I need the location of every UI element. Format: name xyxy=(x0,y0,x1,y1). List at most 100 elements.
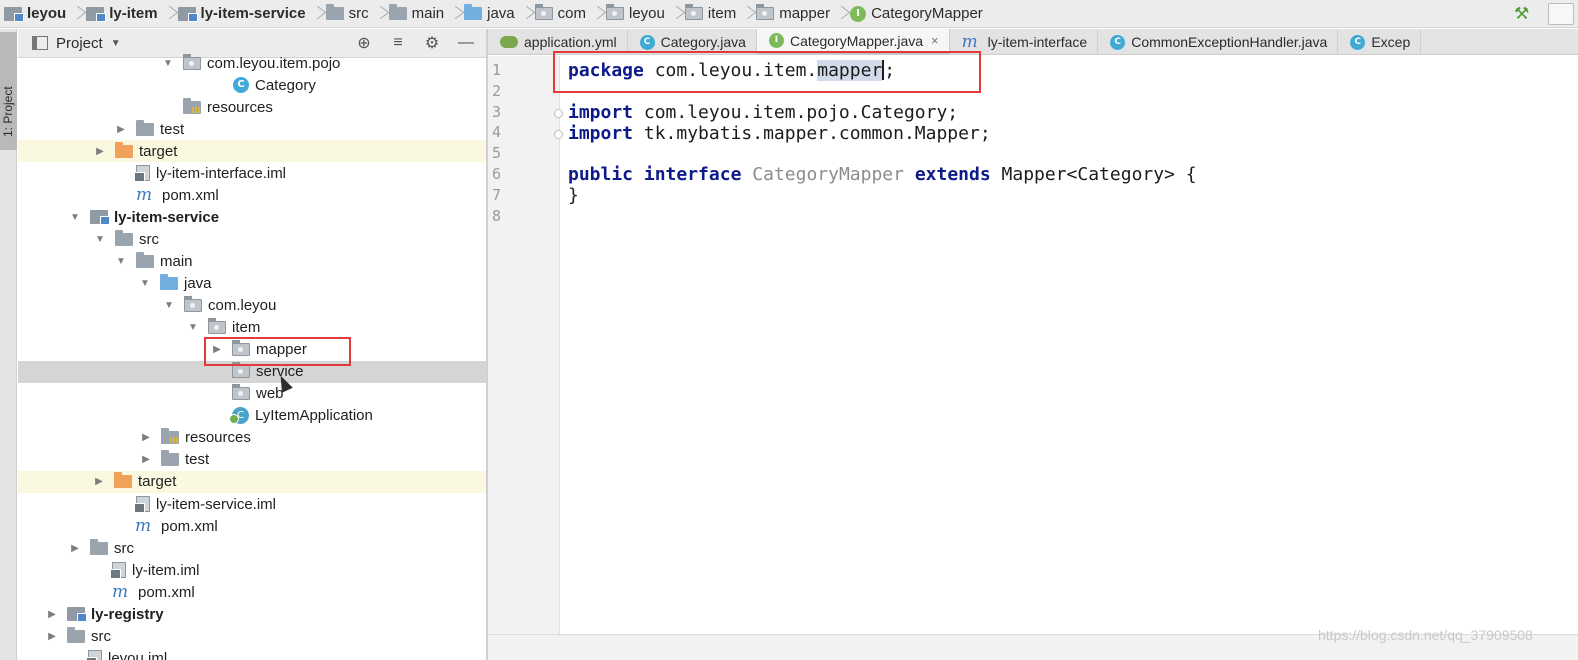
breadcrumb-item[interactable]: src xyxy=(325,0,389,28)
breadcrumb-label: ly-item xyxy=(109,5,158,22)
tree-item[interactable]: ▶mpom.xml xyxy=(18,184,486,206)
breadcrumb-label: CategoryMapper xyxy=(871,5,983,22)
breadcrumb-item[interactable]: java xyxy=(464,0,535,28)
tree-item[interactable]: ▶ ly-registry xyxy=(18,603,486,625)
chevron-down-icon[interactable]: ▼ xyxy=(70,212,80,223)
breadcrumb-item[interactable]: item xyxy=(684,0,756,28)
chevron-down-icon[interactable]: ▼ xyxy=(95,234,105,245)
chevron-right-icon[interactable]: ▶ xyxy=(116,124,126,135)
tree-item[interactable]: ▼ src xyxy=(18,228,486,250)
editor-tab-label: Category.java xyxy=(660,34,746,50)
source-folder-icon xyxy=(160,274,178,290)
tree-item[interactable]: ▶ test xyxy=(18,449,486,471)
tree-item[interactable]: ▼ ly-item-service xyxy=(18,206,486,228)
close-icon[interactable]: × xyxy=(931,33,939,48)
chevron-right-icon[interactable]: ▶ xyxy=(95,146,105,157)
chevron-down-icon[interactable]: ▼ xyxy=(163,58,173,69)
line-number: 8 xyxy=(492,206,502,225)
maven-icon: m xyxy=(961,32,978,52)
chevron-right-icon[interactable]: ▶ xyxy=(141,432,151,443)
package-icon xyxy=(232,384,250,401)
tree-item[interactable]: ▼ main xyxy=(18,250,486,272)
collapse-all-icon[interactable]: ≡ xyxy=(388,34,408,52)
chevron-right-icon[interactable]: ▶ xyxy=(70,543,80,554)
tree-item-label: src xyxy=(91,627,111,645)
tree-item[interactable]: ▶ test xyxy=(18,118,486,140)
tree-item[interactable]: ▶resources xyxy=(18,96,486,118)
editor-tab[interactable]: C Excep xyxy=(1338,29,1422,54)
code-line-6[interactable]: public interface CategoryMapper extends … xyxy=(568,164,1197,185)
breadcrumb-item[interactable]: main xyxy=(388,0,465,28)
tree-item[interactable]: ▼ com.leyou.item.pojo xyxy=(18,52,486,74)
breadcrumb-item[interactable]: com xyxy=(534,0,606,28)
breadcrumb-separator-icon xyxy=(312,1,322,27)
tree-item[interactable]: ▼ com.leyou xyxy=(18,295,486,317)
breadcrumb-item[interactable]: ly-item-service xyxy=(177,0,326,28)
module-file-icon xyxy=(86,650,102,660)
maven-icon: m xyxy=(135,516,152,537)
project-tool-tab-label: 1: Project xyxy=(1,86,15,137)
code-line-4[interactable]: import tk.mybatis.mapper.common.Mapper; xyxy=(568,123,991,144)
chevron-right-icon[interactable]: ▶ xyxy=(47,631,57,642)
tree-item[interactable]: ▶ly-item-service.iml xyxy=(18,493,486,515)
tree-item-label: ly-item.iml xyxy=(132,561,200,579)
run-configuration-box[interactable] xyxy=(1548,3,1574,25)
tree-item[interactable]: ▶ src xyxy=(18,537,486,559)
package-icon xyxy=(606,4,624,20)
editor-gutter xyxy=(488,56,560,634)
tree-item[interactable]: ▶web xyxy=(18,383,486,405)
tree-item[interactable]: ▼ item xyxy=(18,317,486,339)
locate-target-icon[interactable]: ⊕ xyxy=(354,33,374,53)
code-line-7[interactable]: } xyxy=(568,185,579,206)
chevron-down-icon[interactable]: ▼ xyxy=(188,322,198,333)
code-line-3[interactable]: import com.leyou.item.pojo.Category; xyxy=(568,102,958,123)
tree-item[interactable]: ▶resources xyxy=(18,427,486,449)
tree-item-label: test xyxy=(185,451,210,469)
breadcrumb-label: leyou xyxy=(27,5,67,22)
tree-item-label: src xyxy=(114,539,134,557)
line-number: 3 xyxy=(492,102,502,121)
folder-icon xyxy=(161,450,179,467)
chevron-right-icon[interactable]: ▶ xyxy=(47,609,57,620)
chevron-down-icon[interactable]: ▼ xyxy=(116,256,126,267)
breadcrumb-separator-icon xyxy=(72,1,82,27)
breadcrumb-label: main xyxy=(411,5,445,22)
breadcrumb-item[interactable]: leyou xyxy=(4,0,86,28)
breadcrumb-label: com xyxy=(557,5,586,22)
chevron-down-icon[interactable]: ▼ xyxy=(164,300,174,311)
editor-tab[interactable]: C CommonExceptionHandler.java xyxy=(1098,29,1339,54)
chevron-right-icon[interactable]: ▶ xyxy=(141,454,151,465)
tree-item[interactable]: ▼ java xyxy=(18,273,486,295)
tree-item[interactable]: ▶mpom.xml xyxy=(18,581,486,603)
module-file-icon xyxy=(134,165,150,183)
project-view-selector[interactable]: Project ▼ xyxy=(32,35,121,52)
build-hammer-icon[interactable]: ⚒ xyxy=(1514,4,1529,24)
breadcrumb-item[interactable]: ly-item xyxy=(86,0,177,28)
chevron-down-icon[interactable]: ▼ xyxy=(140,278,150,289)
gear-icon[interactable]: ⚙ xyxy=(422,33,442,53)
keyword: interface xyxy=(643,164,742,185)
tree-item[interactable]: ▶mpom.xml xyxy=(18,515,486,537)
tree-item[interactable]: ▶ src xyxy=(18,625,486,647)
chevron-right-icon[interactable]: ▶ xyxy=(94,476,104,487)
fold-marker-icon[interactable] xyxy=(554,109,563,118)
breadcrumb-item[interactable]: mapper xyxy=(756,0,850,28)
class-icon: C xyxy=(1110,34,1126,50)
tree-item[interactable]: ▶ly-item-interface.iml xyxy=(18,162,486,184)
fold-marker-icon[interactable] xyxy=(554,130,563,139)
keyword: public xyxy=(568,164,634,185)
tree-item[interactable]: ▶ly-item.iml xyxy=(18,559,486,581)
breadcrumb-separator-icon xyxy=(836,1,846,27)
package-icon xyxy=(534,4,553,20)
hide-panel-icon[interactable]: — xyxy=(456,34,476,52)
tree-item-label: ly-registry xyxy=(91,605,164,623)
tree-item[interactable]: ▶ target xyxy=(18,140,486,163)
breadcrumb-item[interactable]: I CategoryMapper xyxy=(850,0,987,28)
tree-item-label: ly-item-interface.iml xyxy=(156,164,287,182)
package-icon xyxy=(184,296,202,313)
tree-item[interactable]: ▶ target xyxy=(18,470,486,493)
tree-item[interactable]: ▶CCategory xyxy=(18,74,486,96)
tree-item[interactable]: ▶CLyItemApplication xyxy=(18,405,486,427)
tree-item[interactable]: ▶leyou.iml xyxy=(18,647,486,660)
breadcrumb-item[interactable]: leyou xyxy=(606,0,685,28)
